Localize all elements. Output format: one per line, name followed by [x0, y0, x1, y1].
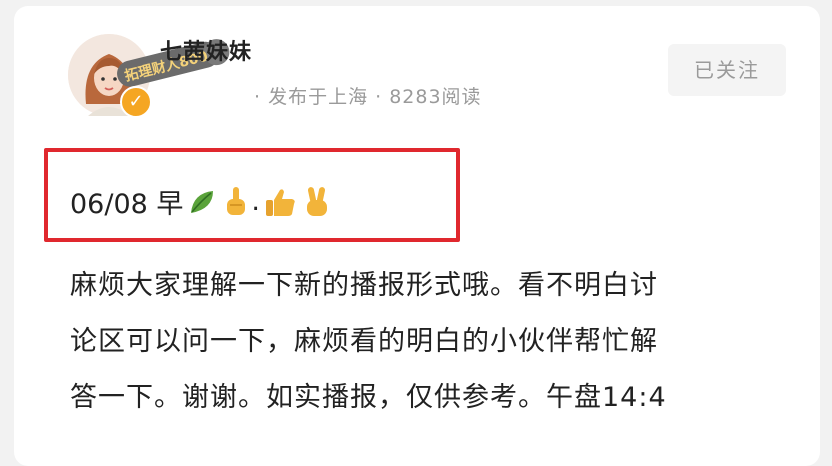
author-name[interactable]: 七茜妹妹: [160, 34, 252, 66]
victory-hand-emoji-icon: [302, 185, 332, 219]
leaf-emoji-icon: [187, 187, 217, 217]
post-meta: · 发布于上海 · 8283阅读: [254, 86, 482, 108]
post-body-line: 答一下。谢谢。如实播报，仅供参考。午盘14:4: [70, 382, 667, 413]
post-title: 06/08 早: [70, 189, 184, 220]
pointing-up-emoji-icon: [221, 185, 251, 219]
follow-button[interactable]: 已关注: [668, 44, 786, 96]
post-body-line: 论区可以问一下，麻烦看的明白的小伙伴帮忙解: [70, 326, 658, 357]
thumbs-up-emoji-icon: [264, 186, 298, 218]
post-body: 麻烦大家理解一下新的播报形式哦。看不明白讨 论区可以问一下，麻烦看的明白的小伙伴…: [70, 258, 800, 426]
post-body-line: 麻烦大家理解一下新的播报形式哦。看不明白讨: [70, 270, 658, 301]
verified-icon: ✓: [120, 86, 152, 118]
title-separator: .: [251, 186, 260, 217]
post-title-row: 06/08 早 .: [70, 182, 332, 221]
